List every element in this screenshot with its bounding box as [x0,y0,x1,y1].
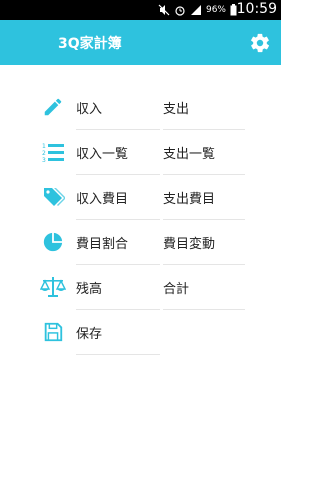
numbered-list-icon: 1 2 3 [40,139,66,165]
income-list-button[interactable]: 収入一覧 [76,130,160,175]
total-label: 合計 [163,281,190,297]
expense-button[interactable]: 支出 [163,85,245,130]
menu-row-categories: 収入費目 支出費目 [0,175,281,220]
gear-icon [251,33,270,53]
menu-row-balance: 残高 合計 [0,265,281,310]
balance-label: 残高 [76,281,103,297]
pencil-icon [40,94,66,120]
mute-icon [158,4,170,16]
svg-text:2: 2 [42,150,46,157]
scale-icon [40,274,66,300]
menu-row-analysis: 費目割合 費目変動 [0,220,281,265]
category-ratio-button[interactable]: 費目割合 [76,220,160,265]
menu-row-save: 保存 [0,310,281,355]
battery-percent: 96% [205,5,226,15]
clock: 10:59 [236,1,277,17]
signal-icon [190,5,201,15]
floppy-disk-icon [40,319,66,345]
expense-label: 支出 [163,101,190,117]
settings-button[interactable] [245,28,275,58]
tag-icon [40,184,66,210]
save-button[interactable]: 保存 [76,310,160,355]
balance-button[interactable]: 残高 [76,265,160,310]
svg-text:1: 1 [42,143,46,150]
income-category-label: 収入費目 [76,191,129,207]
expense-list-button[interactable]: 支出一覧 [163,130,245,175]
svg-text:3: 3 [42,157,46,164]
total-button[interactable]: 合計 [163,265,245,310]
menu-row-list: 1 2 3 収入一覧 支出一覧 [0,130,281,175]
alarm-icon [175,6,185,16]
expense-list-label: 支出一覧 [163,146,216,162]
income-list-label: 収入一覧 [76,146,129,162]
income-label: 収入 [76,101,103,117]
category-change-button[interactable]: 費目変動 [163,220,245,265]
category-change-label: 費目変動 [163,236,216,252]
menu-row-income: 収入 支出 [0,85,281,130]
income-category-button[interactable]: 収入費目 [76,175,160,220]
status-icons: 96% [158,3,237,17]
app-title: 3Q家計簿 [58,36,122,52]
status-bar: 96% 10:59 [0,0,281,20]
save-label: 保存 [76,326,103,342]
category-ratio-label: 費目割合 [76,236,129,252]
app-bar: 3Q家計簿 [0,20,281,65]
income-button[interactable]: 収入 [76,85,160,130]
expense-category-label: 支出費目 [163,191,216,207]
expense-category-button[interactable]: 支出費目 [163,175,245,220]
pie-chart-icon [40,229,66,255]
